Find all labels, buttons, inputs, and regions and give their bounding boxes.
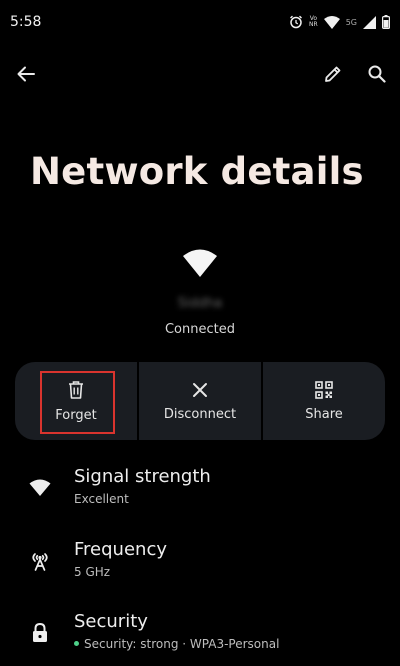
status-bar: 5:58 Vo NR 5G	[0, 0, 400, 44]
share-button[interactable]: Share	[261, 362, 385, 440]
antenna-icon	[28, 549, 52, 573]
connection-status: Connected	[164, 322, 235, 337]
edit-button[interactable]	[315, 56, 351, 92]
disconnect-label: Disconnect	[163, 406, 237, 422]
app-bar	[0, 56, 400, 92]
share-label: Share	[305, 406, 343, 422]
search-icon	[368, 65, 386, 83]
status-time: 5:58	[10, 14, 42, 30]
security-row[interactable]: Security Security: strong · WPA3-Persona…	[0, 611, 400, 661]
signal-strength-value: Excellent	[74, 492, 129, 506]
disconnect-button[interactable]: Disconnect	[137, 362, 261, 440]
secure-status-dot	[74, 641, 79, 646]
forget-highlight-box	[40, 371, 115, 434]
back-button[interactable]	[8, 56, 44, 92]
status-icons: Vo NR 5G	[289, 14, 390, 30]
search-button[interactable]	[359, 56, 395, 92]
frequency-value: 5 GHz	[74, 565, 111, 579]
wifi-status-icon	[323, 15, 340, 29]
network-type-label: 5G	[345, 17, 357, 27]
battery-icon	[382, 15, 390, 29]
wifi-icon	[28, 476, 52, 500]
pencil-icon	[325, 66, 341, 82]
arrow-back-icon	[17, 66, 35, 82]
wifi-icon	[183, 249, 217, 277]
signal-strength-row[interactable]: Signal strength Excellent	[0, 466, 400, 516]
qr-code-icon	[315, 380, 333, 399]
volte-indicator: Vo NR	[309, 15, 318, 28]
signal-icon	[363, 15, 376, 29]
frequency-title: Frequency	[74, 539, 167, 560]
close-icon	[193, 382, 207, 397]
frequency-row[interactable]: Frequency 5 GHz	[0, 539, 400, 589]
security-title: Security	[74, 611, 148, 632]
page-title: Network details	[30, 150, 364, 193]
security-value: Security: strong · WPA3-Personal	[74, 637, 279, 651]
alarm-icon	[289, 15, 303, 29]
signal-strength-title: Signal strength	[74, 466, 211, 487]
security-value-text: Security: strong · WPA3-Personal	[84, 637, 280, 651]
lock-icon	[28, 621, 52, 645]
network-name: Siddha	[177, 296, 223, 311]
